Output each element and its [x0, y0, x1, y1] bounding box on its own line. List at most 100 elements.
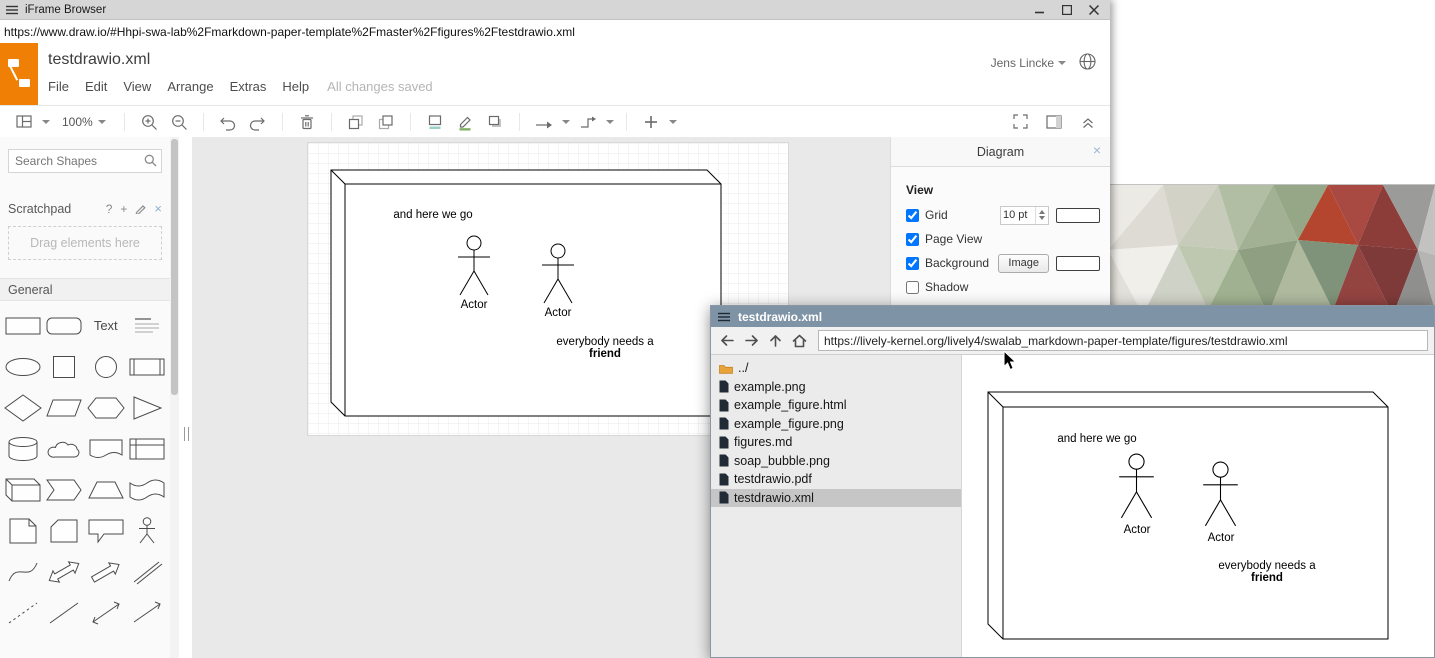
- sidebar-scrollbar[interactable]: [170, 137, 179, 658]
- insert-dropdown-icon[interactable]: [669, 120, 677, 124]
- shape-cylinder[interactable]: [2, 428, 44, 469]
- actor-label[interactable]: Actor: [444, 299, 504, 311]
- shape-dashed-line[interactable]: [2, 592, 44, 633]
- shape-bidirectional-connector[interactable]: [85, 592, 127, 633]
- shape-cube[interactable]: [2, 469, 44, 510]
- grid-checkbox[interactable]: [906, 209, 919, 222]
- grid-size-input[interactable]: [1001, 208, 1035, 223]
- menu-help[interactable]: Help: [282, 79, 309, 94]
- fill-color-icon[interactable]: [423, 111, 447, 133]
- scratchpad-help-icon[interactable]: ?: [106, 202, 113, 216]
- user-menu[interactable]: Jens Lincke: [991, 56, 1066, 70]
- shape-curve[interactable]: [2, 551, 44, 592]
- to-back-icon[interactable]: [374, 111, 398, 133]
- background-checkbox[interactable]: [906, 257, 919, 270]
- scratchpad-dropzone[interactable]: Drag elements here: [8, 226, 162, 260]
- back-button[interactable]: [717, 330, 738, 351]
- file-row-parent[interactable]: ../: [711, 359, 961, 378]
- delete-icon[interactable]: [295, 111, 319, 133]
- shape-trapezoid[interactable]: [85, 469, 127, 510]
- actor-label[interactable]: Actor: [528, 307, 588, 319]
- shadow-icon[interactable]: [483, 111, 507, 133]
- grid-size-spinner[interactable]: [1035, 207, 1048, 224]
- menu-file[interactable]: File: [48, 79, 69, 94]
- shape-cloud[interactable]: [44, 428, 86, 469]
- file-row[interactable]: figures.md: [711, 433, 961, 452]
- window-menu-icon[interactable]: [6, 5, 18, 15]
- file-row[interactable]: testdrawio.pdf: [711, 470, 961, 489]
- menu-extras[interactable]: Extras: [230, 79, 267, 94]
- spinner-up-icon[interactable]: [1039, 210, 1045, 214]
- file-row[interactable]: example.png: [711, 378, 961, 397]
- page-view-dropdown-icon[interactable]: [42, 120, 50, 124]
- grid-size-stepper[interactable]: [1000, 206, 1049, 225]
- actor-shape[interactable]: [541, 243, 575, 305]
- section-general[interactable]: General: [0, 278, 170, 301]
- maximize-button[interactable]: [1057, 2, 1077, 17]
- file-row[interactable]: example_figure.png: [711, 415, 961, 434]
- search-icon[interactable]: [144, 154, 157, 167]
- shape-textbox[interactable]: [127, 305, 169, 346]
- iframe-browser-titlebar[interactable]: iFrame Browser: [0, 0, 1110, 20]
- zoom-select[interactable]: 100%: [62, 115, 106, 129]
- line-color-icon[interactable]: [453, 111, 477, 133]
- shape-rectangle[interactable]: [2, 305, 44, 346]
- shape-hexagon[interactable]: [85, 387, 127, 428]
- browser-url-input[interactable]: [0, 21, 1110, 42]
- shape-callout[interactable]: [85, 510, 127, 551]
- shape-note[interactable]: [2, 510, 44, 551]
- shape-link[interactable]: [127, 551, 169, 592]
- shape-internal-storage[interactable]: [127, 428, 169, 469]
- spinner-down-icon[interactable]: [1039, 216, 1045, 220]
- shape-text[interactable]: Text: [85, 305, 127, 346]
- format-panel-close-icon[interactable]: ×: [1093, 142, 1101, 158]
- shape-bidirectional-arrow[interactable]: [44, 551, 86, 592]
- redo-icon[interactable]: [246, 111, 270, 133]
- shape-triangle[interactable]: [127, 387, 169, 428]
- background-image-button[interactable]: Image: [998, 254, 1049, 273]
- shape-directional-connector[interactable]: [127, 592, 169, 633]
- shadow-checkbox[interactable]: [906, 281, 919, 294]
- friend-label[interactable]: everybody needs a friend: [545, 336, 665, 360]
- zoom-in-icon[interactable]: [137, 111, 161, 133]
- shape-process[interactable]: [127, 346, 169, 387]
- collapse-toolbar-icon[interactable]: [1076, 111, 1100, 133]
- file-row-selected[interactable]: testdrawio.xml: [711, 489, 961, 508]
- shape-step[interactable]: [44, 469, 86, 510]
- search-shapes-input[interactable]: [8, 149, 162, 173]
- actor-shape[interactable]: [457, 235, 491, 297]
- scratchpad-edit-icon[interactable]: [135, 203, 146, 214]
- shape-actor[interactable]: [127, 510, 169, 551]
- to-front-icon[interactable]: [344, 111, 368, 133]
- file-row[interactable]: soap_bubble.png: [711, 452, 961, 471]
- file-row[interactable]: example_figure.html: [711, 396, 961, 415]
- shape-circle[interactable]: [85, 346, 127, 387]
- home-button[interactable]: [789, 330, 810, 351]
- sidebar-splitter[interactable]: [179, 137, 192, 658]
- scrollbar-thumb[interactable]: [171, 139, 178, 395]
- menu-view[interactable]: View: [123, 79, 151, 94]
- waypoints-icon[interactable]: [576, 111, 600, 133]
- splitter-grip[interactable]: [184, 427, 189, 441]
- shape-line[interactable]: [44, 592, 86, 633]
- forward-button[interactable]: [741, 330, 762, 351]
- up-button[interactable]: [765, 330, 786, 351]
- minimize-button[interactable]: [1030, 2, 1050, 17]
- connection-icon[interactable]: [532, 111, 556, 133]
- shape-arrow[interactable]: [85, 551, 127, 592]
- box-label[interactable]: and here we go: [373, 209, 493, 221]
- scratchpad-close-icon[interactable]: ×: [154, 201, 162, 216]
- shape-card[interactable]: [44, 510, 86, 551]
- shape-parallelogram[interactable]: [44, 387, 86, 428]
- window-menu-icon[interactable]: [718, 312, 730, 322]
- fullscreen-icon[interactable]: [1008, 111, 1032, 133]
- page-view-icon[interactable]: [12, 111, 36, 133]
- connection-dropdown-icon[interactable]: [562, 120, 570, 124]
- grid-color-swatch[interactable]: [1056, 208, 1100, 223]
- waypoints-dropdown-icon[interactable]: [606, 120, 614, 124]
- undo-icon[interactable]: [216, 111, 240, 133]
- menu-edit[interactable]: Edit: [85, 79, 107, 94]
- language-globe-icon[interactable]: [1079, 53, 1096, 75]
- cube-shape[interactable]: [330, 169, 722, 417]
- zoom-out-icon[interactable]: [167, 111, 191, 133]
